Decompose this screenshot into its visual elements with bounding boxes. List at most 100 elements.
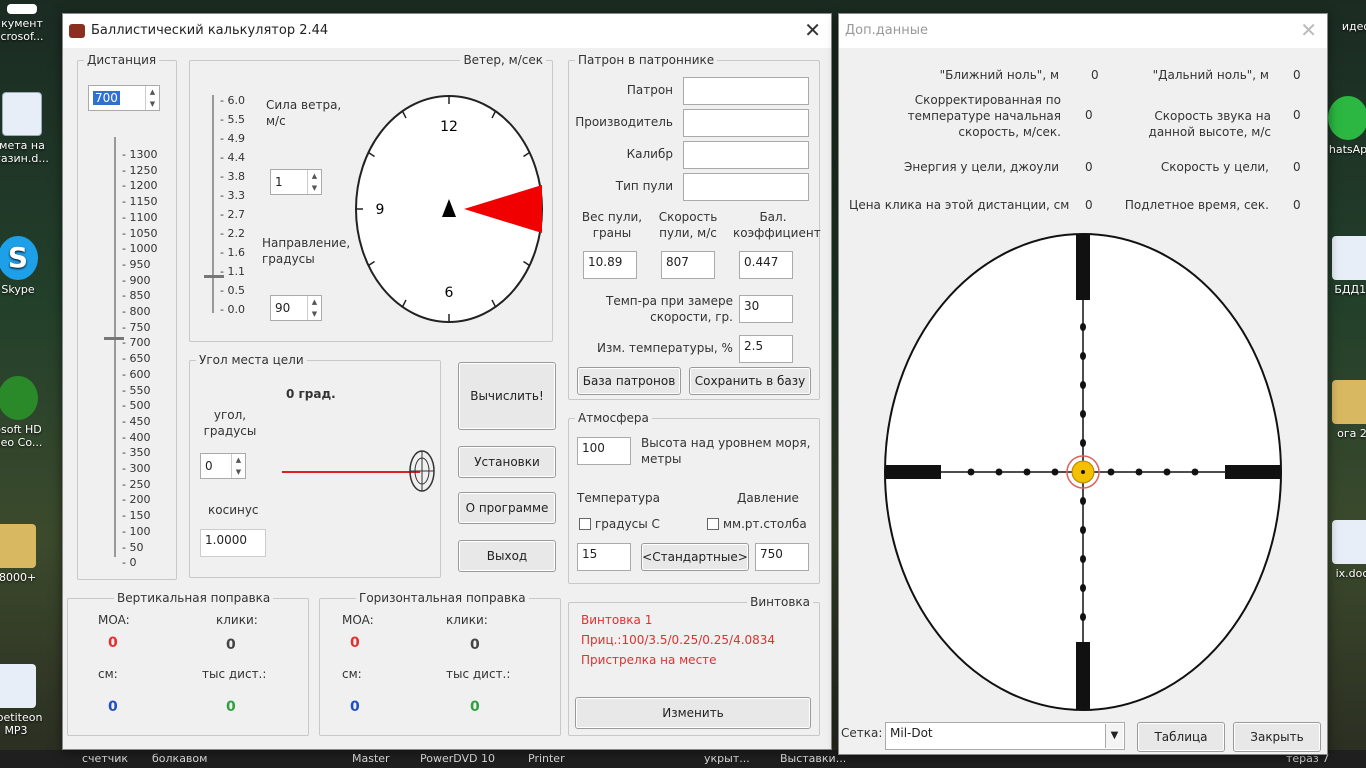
desktop-icon-folder-right[interactable]: ога 2 [1322, 380, 1366, 440]
mmhg-checkbox[interactable]: мм.рт.столба [707, 517, 807, 531]
checkbox-box[interactable] [707, 518, 719, 530]
exit-button[interactable]: Выход [458, 540, 556, 572]
chevron-down-icon[interactable]: ▼ [1105, 724, 1123, 748]
flight-time-label: Подлетное время, сек. [1124, 198, 1269, 212]
whatsapp-icon [1328, 96, 1366, 140]
distance-spinner[interactable]: 700 ▲ ▼ [88, 85, 160, 111]
distance-tick: - 400 [122, 430, 151, 444]
distance-tick: - 100 [122, 524, 151, 538]
altitude-input[interactable]: 100 [577, 437, 631, 465]
mil-dot [1080, 410, 1086, 418]
temperature-input[interactable]: 15 [577, 543, 631, 571]
taskbar-item[interactable]: укрыт... [704, 752, 750, 765]
distance-tick: - 1200 [122, 179, 158, 193]
distance-group: Дистанция 700 ▲ ▼ - 1300 - 1250 - 1200 - 115… [77, 53, 177, 580]
desktop-icon-doc-right[interactable]: ix.doc [1322, 520, 1366, 580]
spin-arrows-icon[interactable]: ▲ ▼ [231, 454, 245, 478]
taskbar-item[interactable]: Выставки... [780, 752, 846, 765]
bullet-type-input[interactable] [683, 173, 809, 201]
standard-atmosphere-button[interactable]: <Стандартные> [641, 543, 749, 571]
spin-arrows-icon[interactable]: ▲ ▼ [307, 296, 321, 320]
desktop-icon-bdd[interactable]: БДД1. [1322, 236, 1366, 296]
about-button[interactable]: О программе [458, 492, 556, 524]
taskbar-item[interactable]: болкавом [152, 752, 207, 765]
settings-button[interactable]: Установки [458, 446, 556, 478]
bullet-speed-input[interactable]: 807 [661, 251, 715, 279]
ballistic-coefficient-input[interactable]: 0.447 [739, 251, 793, 279]
taskbar-item[interactable]: счетчик [82, 752, 128, 765]
cartridge-name-input[interactable] [683, 77, 809, 105]
caliber-input[interactable] [683, 141, 809, 169]
checkbox-box[interactable] [579, 518, 591, 530]
vert-cm-label: см: [98, 667, 118, 681]
near-zero-value: 0 [1091, 68, 1099, 82]
file-icon [1332, 236, 1366, 280]
desktop-icon-mp3[interactable]: npetiteon MP3 [0, 664, 46, 737]
desktop-icon-folder[interactable]: J8000+ [0, 524, 46, 584]
wind-tick: - 1.1 [220, 265, 245, 278]
atmosphere-label: Атмосфера [575, 411, 652, 425]
temp-change-label: Изм. температуры, % [597, 341, 733, 355]
wind-slider-track[interactable] [212, 95, 214, 313]
bullet-speed-label: Скорость пули, м/с [658, 210, 718, 240]
desktop-icon-video-right[interactable]: идео [1326, 20, 1366, 33]
wind-direction-spinner[interactable]: 90 ▲ ▼ [270, 295, 322, 321]
close-button[interactable]: Закрыть [1233, 722, 1321, 752]
celsius-checkbox[interactable]: градусы С [579, 517, 660, 531]
clock-label-6: 6 [445, 285, 454, 301]
calculate-button[interactable]: Вычислить! [458, 362, 556, 430]
spin-arrows-icon[interactable]: ▲ ▼ [307, 170, 321, 194]
cosine-label: косинус [208, 503, 259, 517]
taskbar-item[interactable]: Master [352, 752, 390, 765]
temperature-label: Температура [577, 491, 661, 505]
word-file-icon [2, 92, 42, 136]
mil-dot [1191, 468, 1199, 476]
desktop-icon-skype[interactable]: S Skype [0, 236, 48, 296]
close-icon[interactable]: ✕ [804, 18, 821, 42]
close-icon[interactable]: ✕ [1300, 18, 1317, 42]
wind-clock[interactable]: 12 3 6 9 [354, 93, 544, 325]
mil-dot [1080, 497, 1086, 505]
angle-spinner[interactable]: 0 ▲ ▼ [200, 453, 246, 479]
pressure-input[interactable]: 750 [755, 543, 809, 571]
distance-tick: - 1000 [122, 242, 158, 256]
desktop-icon-document[interactable]: кумент crosof... [0, 4, 52, 43]
horiz-moa-label: MOA: [342, 613, 374, 627]
desktop-icon-doc2[interactable]: мета на газин.d... [0, 92, 52, 165]
reticle-post-left [885, 465, 941, 479]
reticle-select[interactable]: Mil-Dot ▼ [885, 722, 1125, 750]
cartridge-name-label: Патрон [626, 83, 673, 97]
temp-change-input[interactable]: 2.5 [739, 335, 793, 363]
angle-degrees-text: 0 град. [286, 387, 336, 401]
horiz-thous-value: 0 [470, 699, 480, 715]
save-to-db-button[interactable]: Сохранить в базу [689, 367, 811, 395]
wind-tick: - 6.0 [220, 94, 245, 107]
distance-tick: - 550 [122, 383, 151, 397]
manufacturer-input[interactable] [683, 109, 809, 137]
app-icon [69, 24, 85, 38]
bullet-weight-input[interactable]: 10.89 [583, 251, 637, 279]
click-price-value: 0 [1085, 198, 1093, 212]
distance-slider-track[interactable] [114, 137, 116, 557]
ballistic-calculator-window: Баллистический калькулятор 2.44 ✕ Дистан… [62, 13, 832, 750]
spin-arrows-icon[interactable]: ▲ ▼ [145, 86, 159, 110]
distance-tick: - 50 [122, 540, 144, 554]
taskbar-item[interactable]: Printer [528, 752, 565, 765]
mil-dot [1135, 468, 1143, 476]
cartridge-db-button[interactable]: База патронов [577, 367, 681, 395]
table-button[interactable]: Таблица [1137, 722, 1225, 752]
altitude-label: Высота над уровнем моря, метры [641, 436, 811, 466]
taskbar-item[interactable]: PowerDVD 10 [420, 752, 495, 765]
desktop-icon-video[interactable]: osoft HD deo Co... [0, 376, 48, 449]
distance-slider-thumb[interactable] [104, 337, 124, 340]
wind-tick: - 3.3 [220, 189, 245, 202]
edit-rifle-button[interactable]: Изменить [575, 697, 811, 729]
bullet-weight-label: Вес пули, граны [581, 210, 643, 240]
wind-tick: - 5.5 [220, 113, 245, 126]
wind-group: Ветер, м/сек - 6.0 - 5.5 - 4.9 - 4.4 - 3.8 - … [189, 53, 553, 342]
measure-temp-input[interactable]: 30 [739, 295, 793, 323]
mil-dot [1080, 584, 1086, 592]
extra-data-window: Доп.данные ✕ "Ближний ноль", м 0 "Дальни… [838, 13, 1328, 755]
wind-force-spinner[interactable]: 1 ▲ ▼ [270, 169, 322, 195]
clock-label-12: 12 [440, 119, 458, 135]
